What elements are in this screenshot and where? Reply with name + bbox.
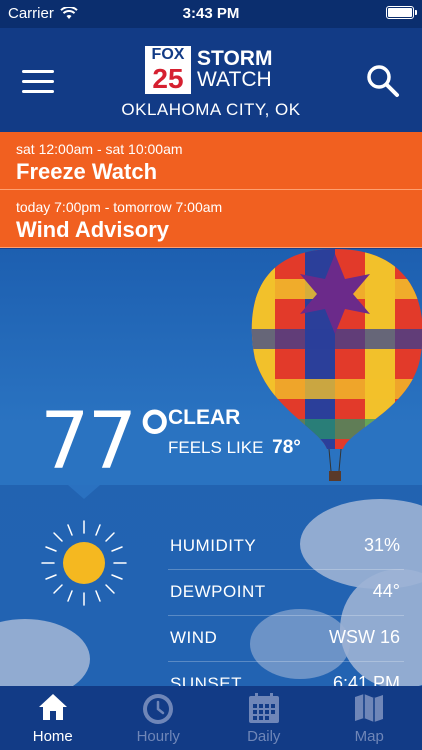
- hot-air-balloon-image: [251, 249, 422, 481]
- alert-time: sat 12:00am - sat 10:00am: [16, 141, 183, 157]
- current-condition: CLEAR: [168, 406, 241, 429]
- calendar-icon: [248, 693, 279, 723]
- menu-button[interactable]: [22, 70, 54, 94]
- detail-label: SUNSET: [170, 674, 242, 686]
- logo-number: 25: [145, 64, 191, 94]
- feels-like-value: 78°: [272, 437, 301, 458]
- current-temperature: 77°: [40, 397, 174, 487]
- status-bar: Carrier 3:43 PM: [0, 0, 422, 28]
- clock-icon: [143, 694, 174, 724]
- alert-title: Freeze Watch: [16, 159, 158, 184]
- battery-icon: [386, 6, 417, 19]
- tab-label: Map: [354, 728, 384, 745]
- detail-label: WIND: [170, 628, 218, 647]
- details-list: HUMIDITY 31% DEWPOINT 44° WIND WSW 16 SU…: [168, 524, 404, 686]
- logo-line-2: WATCH: [197, 68, 272, 91]
- current-conditions: 77° CLEAR FEELS LIKE 78° HUMIDITY 31% DE…: [0, 249, 422, 686]
- alert-time: today 7:00pm - tomorrow 7:00am: [16, 199, 223, 215]
- detail-value: 44°: [372, 581, 400, 601]
- feels-like-label: FEELS LIKE: [168, 438, 264, 457]
- detail-value: WSW 16: [328, 627, 400, 647]
- detail-value: 6:41 PM: [332, 673, 400, 686]
- map-icon: [355, 694, 384, 722]
- search-icon[interactable]: [366, 64, 400, 98]
- alert-title: Wind Advisory: [16, 217, 170, 242]
- detail-row-dewpoint: DEWPOINT 44°: [168, 570, 404, 616]
- sun-icon: [41, 520, 127, 606]
- tab-home[interactable]: Home: [0, 686, 106, 750]
- detail-value: 31%: [363, 535, 400, 555]
- fox25-logo: FOX 25: [145, 46, 191, 94]
- storm-watch-logo: FOX 25 STORM WATCH: [145, 46, 285, 94]
- detail-label: HUMIDITY: [170, 536, 257, 555]
- alert-freeze-watch[interactable]: sat 12:00am - sat 10:00am Freeze Watch: [0, 132, 422, 190]
- home-icon: [38, 694, 67, 720]
- tab-map[interactable]: Map: [317, 686, 422, 750]
- panel-pointer: [68, 485, 100, 499]
- logo-line-1: STORM: [197, 47, 273, 70]
- detail-row-humidity: HUMIDITY 31%: [168, 524, 404, 570]
- status-time: 3:43 PM: [182, 5, 240, 22]
- feels-like: FEELS LIKE 78°: [168, 437, 301, 459]
- tab-bar: Home Hourly Daily Map: [0, 686, 422, 750]
- location-label[interactable]: OKLAHOMA CITY, OK: [0, 100, 422, 120]
- app-header: FOX 25 STORM WATCH OKLAHOMA CITY, OK: [0, 28, 422, 132]
- detail-label: DEWPOINT: [170, 582, 266, 601]
- detail-row-sunset: SUNSET 6:41 PM: [168, 662, 404, 686]
- tab-hourly[interactable]: Hourly: [106, 686, 212, 750]
- tab-label: Daily: [247, 728, 281, 745]
- tab-label: Home: [32, 728, 73, 745]
- menu-icon: [22, 70, 54, 73]
- logo-fox-text: FOX: [145, 46, 191, 64]
- tab-label: Hourly: [136, 728, 180, 745]
- tab-daily[interactable]: Daily: [211, 686, 317, 750]
- detail-row-wind: WIND WSW 16: [168, 616, 404, 662]
- logo-wordmark: STORM WATCH: [197, 48, 272, 90]
- alert-wind-advisory[interactable]: today 7:00pm - tomorrow 7:00am Wind Advi…: [0, 190, 422, 248]
